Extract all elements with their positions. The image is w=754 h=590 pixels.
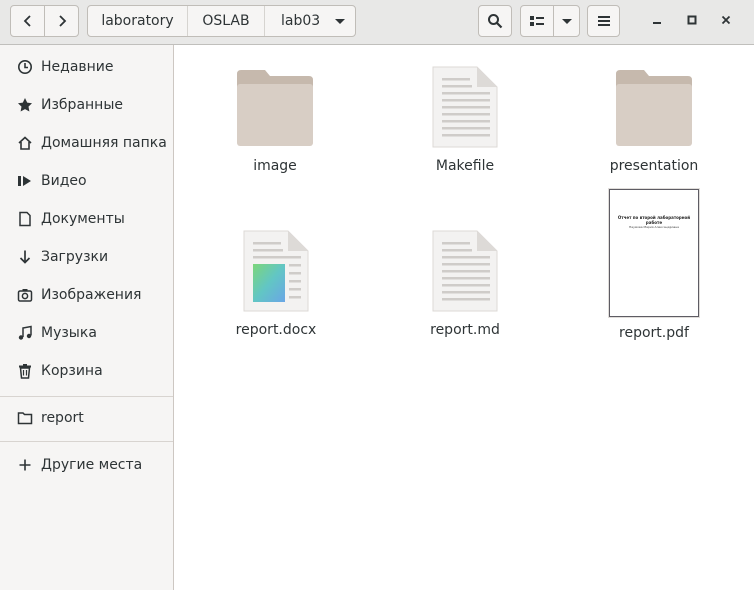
text-file-icon (420, 224, 510, 314)
text-file-icon (420, 60, 510, 150)
navigation-buttons (10, 5, 80, 37)
chevron-left-icon (20, 13, 36, 29)
plus-icon (17, 457, 33, 473)
trash-icon (17, 363, 33, 379)
sidebar-separator (0, 441, 173, 442)
download-icon (17, 249, 33, 265)
breadcrumb-oslab[interactable]: OSLAB (188, 6, 265, 36)
document-icon (17, 211, 33, 227)
close-button[interactable] (714, 10, 738, 34)
sidebar-other-locations[interactable]: Другие места (0, 446, 173, 484)
sidebar-item-home[interactable]: Домашняя папка (0, 124, 173, 162)
back-button[interactable] (10, 5, 45, 37)
sidebar-item-label: Избранные (41, 97, 123, 113)
pdf-preview-subtitle: Наумова Мария Александровна (628, 225, 680, 229)
maximize-button[interactable] (680, 10, 704, 34)
main-menu-button[interactable] (587, 5, 620, 37)
sidebar-item-trash[interactable]: Корзина (0, 352, 173, 390)
sidebar-item-label: Видео (41, 173, 87, 189)
file-item-presentation[interactable]: presentation (569, 60, 739, 174)
file-name: report.pdf (619, 325, 689, 341)
list-view-icon (529, 13, 545, 29)
view-mode-button[interactable] (520, 5, 554, 37)
sidebar-item-label: Корзина (41, 363, 103, 379)
sidebar-separator (0, 396, 173, 397)
sidebar-item-pictures[interactable]: Изображения (0, 276, 173, 314)
file-name: Makefile (435, 158, 495, 174)
chevron-right-icon (54, 13, 70, 29)
sidebar-bookmark-report[interactable]: report (0, 399, 173, 437)
file-item-makefile[interactable]: Makefile (380, 60, 550, 174)
header-bar: laboratory OSLAB lab03 (0, 0, 754, 45)
sidebar-item-label: Другие места (41, 457, 143, 473)
minimize-button[interactable] (645, 10, 669, 34)
folder-icon (609, 60, 699, 150)
pdf-thumbnail: Отчет по второй лабораторной работе Наум… (609, 189, 699, 317)
breadcrumb-current-label: lab03 (281, 13, 321, 29)
file-item-report-docx[interactable]: report.docx (191, 224, 361, 338)
forward-button[interactable] (44, 5, 79, 37)
chevron-down-icon (561, 18, 572, 24)
sidebar-item-label: Музыка (41, 325, 97, 341)
hamburger-menu-icon (596, 13, 612, 29)
sidebar-item-starred[interactable]: Избранные (0, 86, 173, 124)
close-icon (720, 14, 732, 30)
file-grid: image Makefile presentation report.docx … (175, 45, 754, 590)
file-name: report.docx (235, 322, 317, 338)
pdf-page-preview: Отчет по второй лабораторной работе Наум… (609, 189, 699, 317)
sidebar-item-label: report (41, 410, 84, 426)
clock-icon (17, 59, 33, 75)
home-icon (17, 135, 33, 151)
sidebar-item-downloads[interactable]: Загрузки (0, 238, 173, 276)
sidebar-item-label: Недавние (41, 59, 114, 75)
file-item-image[interactable]: image (190, 60, 360, 174)
star-icon (17, 97, 33, 113)
view-options-button[interactable] (553, 5, 580, 37)
file-item-report-md[interactable]: report.md (380, 224, 550, 338)
video-icon (17, 173, 33, 189)
file-name: presentation (609, 158, 699, 174)
search-button[interactable] (478, 5, 512, 37)
camera-icon (17, 287, 33, 303)
sidebar-item-recent[interactable]: Недавние (0, 48, 173, 86)
sidebar-item-label: Изображения (41, 287, 142, 303)
sidebar-item-label: Домашняя папка (41, 135, 167, 151)
file-name: report.md (430, 322, 500, 338)
folder-icon (230, 60, 320, 150)
music-icon (17, 325, 33, 341)
maximize-icon (686, 14, 698, 30)
file-item-report-pdf[interactable]: Отчет по второй лабораторной работе Наум… (569, 189, 739, 341)
folder-icon (17, 410, 33, 426)
sidebar-item-music[interactable]: Музыка (0, 314, 173, 352)
sidebar-item-documents[interactable]: Документы (0, 200, 173, 238)
path-bar: laboratory OSLAB lab03 (87, 5, 356, 37)
document-file-icon (231, 224, 321, 314)
breadcrumb-laboratory[interactable]: laboratory (88, 6, 188, 36)
sidebar: Недавние Избранные Домашняя папка Видео … (0, 45, 174, 590)
sidebar-item-label: Документы (41, 211, 125, 227)
search-icon (487, 13, 503, 29)
minimize-icon (651, 14, 663, 30)
pdf-preview-title: Отчет по второй лабораторной работе (617, 215, 691, 225)
file-name: image (253, 158, 297, 174)
chevron-down-icon (335, 19, 345, 24)
sidebar-item-videos[interactable]: Видео (0, 162, 173, 200)
breadcrumb-lab03[interactable]: lab03 (265, 6, 355, 36)
sidebar-item-label: Загрузки (41, 249, 109, 265)
